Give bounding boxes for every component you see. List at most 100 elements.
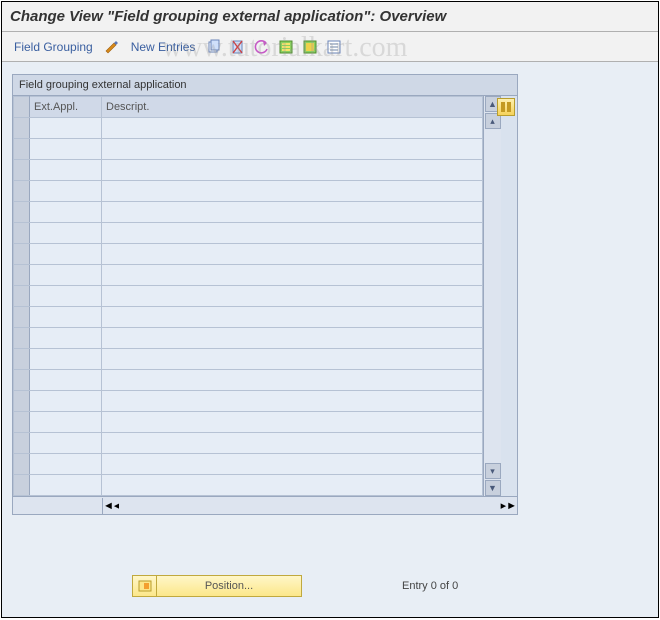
cell-ext-appl[interactable] [30, 349, 102, 370]
row-selector[interactable] [14, 286, 30, 307]
cell-ext-appl[interactable] [30, 286, 102, 307]
cell-descript[interactable] [102, 454, 483, 475]
table-row[interactable] [14, 244, 483, 265]
scroll-left-icon[interactable]: ◄ [103, 500, 114, 512]
cell-descript[interactable] [102, 370, 483, 391]
cell-ext-appl[interactable] [30, 475, 102, 496]
row-selector[interactable] [14, 370, 30, 391]
row-selector[interactable] [14, 181, 30, 202]
cell-descript[interactable] [102, 475, 483, 496]
table-row[interactable] [14, 349, 483, 370]
row-selector[interactable] [14, 412, 30, 433]
cell-descript[interactable] [102, 391, 483, 412]
row-selector[interactable] [14, 349, 30, 370]
row-selector[interactable] [14, 244, 30, 265]
column-ext-appl[interactable]: Ext.Appl. [30, 97, 102, 118]
cell-ext-appl[interactable] [30, 223, 102, 244]
position-button[interactable]: Position... [132, 575, 302, 597]
entry-counter: Entry 0 of 0 [402, 580, 458, 592]
data-table: Ext.Appl. Descript. [13, 96, 483, 496]
table-row[interactable] [14, 223, 483, 244]
row-selector[interactable] [14, 475, 30, 496]
table-row[interactable] [14, 307, 483, 328]
cell-ext-appl[interactable] [30, 160, 102, 181]
table-row[interactable] [14, 412, 483, 433]
row-selector[interactable] [14, 223, 30, 244]
column-descript[interactable]: Descript. [102, 97, 483, 118]
cell-ext-appl[interactable] [30, 370, 102, 391]
cell-descript[interactable] [102, 160, 483, 181]
cell-descript[interactable] [102, 181, 483, 202]
cell-descript[interactable] [102, 223, 483, 244]
cell-descript[interactable] [102, 286, 483, 307]
toolbar: Field Grouping New Entries [2, 32, 658, 62]
row-selector[interactable] [14, 433, 30, 454]
grid-container: Field grouping external application Ext.… [12, 74, 518, 497]
table-row[interactable] [14, 181, 483, 202]
cell-descript[interactable] [102, 139, 483, 160]
cell-ext-appl[interactable] [30, 265, 102, 286]
table-row[interactable] [14, 391, 483, 412]
horizontal-scrollbar[interactable]: ◄ ◂ ▸ ► [12, 497, 518, 515]
cell-ext-appl[interactable] [30, 244, 102, 265]
cell-ext-appl[interactable] [30, 412, 102, 433]
cell-ext-appl[interactable] [30, 328, 102, 349]
cell-descript[interactable] [102, 244, 483, 265]
cell-ext-appl[interactable] [30, 391, 102, 412]
row-selector[interactable] [14, 328, 30, 349]
configure-columns-icon[interactable] [497, 98, 515, 116]
cell-descript[interactable] [102, 307, 483, 328]
footer: Position... Entry 0 of 0 [2, 575, 658, 597]
table-row[interactable] [14, 370, 483, 391]
row-selector[interactable] [14, 202, 30, 223]
select-block-icon[interactable] [301, 38, 319, 56]
cell-descript[interactable] [102, 328, 483, 349]
position-label: Position... [157, 580, 301, 592]
row-selector[interactable] [14, 391, 30, 412]
cell-descript[interactable] [102, 202, 483, 223]
row-selector[interactable] [14, 307, 30, 328]
scroll-down-icon[interactable]: ▼ [485, 480, 501, 496]
rowsel-header[interactable] [14, 97, 30, 118]
scroll-right-icon[interactable]: ► [506, 500, 517, 512]
table-row[interactable] [14, 328, 483, 349]
cell-ext-appl[interactable] [30, 307, 102, 328]
field-grouping-button[interactable]: Field Grouping [10, 38, 97, 56]
cell-ext-appl[interactable] [30, 433, 102, 454]
position-icon [133, 576, 157, 596]
row-selector[interactable] [14, 265, 30, 286]
cell-descript[interactable] [102, 118, 483, 139]
cell-ext-appl[interactable] [30, 181, 102, 202]
row-selector[interactable] [14, 139, 30, 160]
cell-ext-appl[interactable] [30, 202, 102, 223]
table-row[interactable] [14, 139, 483, 160]
scroll-pgdn-icon[interactable]: ▾ [485, 463, 501, 479]
cell-ext-appl[interactable] [30, 454, 102, 475]
toggle-edit-icon[interactable] [103, 38, 121, 56]
select-all-icon[interactable] [277, 38, 295, 56]
grid-caption: Field grouping external application [13, 75, 517, 96]
table-row[interactable] [14, 118, 483, 139]
copy-icon[interactable] [205, 38, 223, 56]
cell-descript[interactable] [102, 433, 483, 454]
table-row[interactable] [14, 475, 483, 496]
table-row[interactable] [14, 160, 483, 181]
table-row[interactable] [14, 454, 483, 475]
table-row[interactable] [14, 265, 483, 286]
cell-descript[interactable] [102, 265, 483, 286]
undo-icon[interactable] [253, 38, 271, 56]
table-row[interactable] [14, 286, 483, 307]
new-entries-button[interactable]: New Entries [127, 38, 200, 56]
row-selector[interactable] [14, 118, 30, 139]
row-selector[interactable] [14, 160, 30, 181]
cell-descript[interactable] [102, 349, 483, 370]
vertical-scrollbar[interactable]: ▲ ▴ ▾ ▼ [483, 96, 501, 496]
delete-icon[interactable] [229, 38, 247, 56]
row-selector[interactable] [14, 454, 30, 475]
table-row[interactable] [14, 433, 483, 454]
deselect-all-icon[interactable] [325, 38, 343, 56]
cell-ext-appl[interactable] [30, 118, 102, 139]
table-row[interactable] [14, 202, 483, 223]
cell-ext-appl[interactable] [30, 139, 102, 160]
cell-descript[interactable] [102, 412, 483, 433]
